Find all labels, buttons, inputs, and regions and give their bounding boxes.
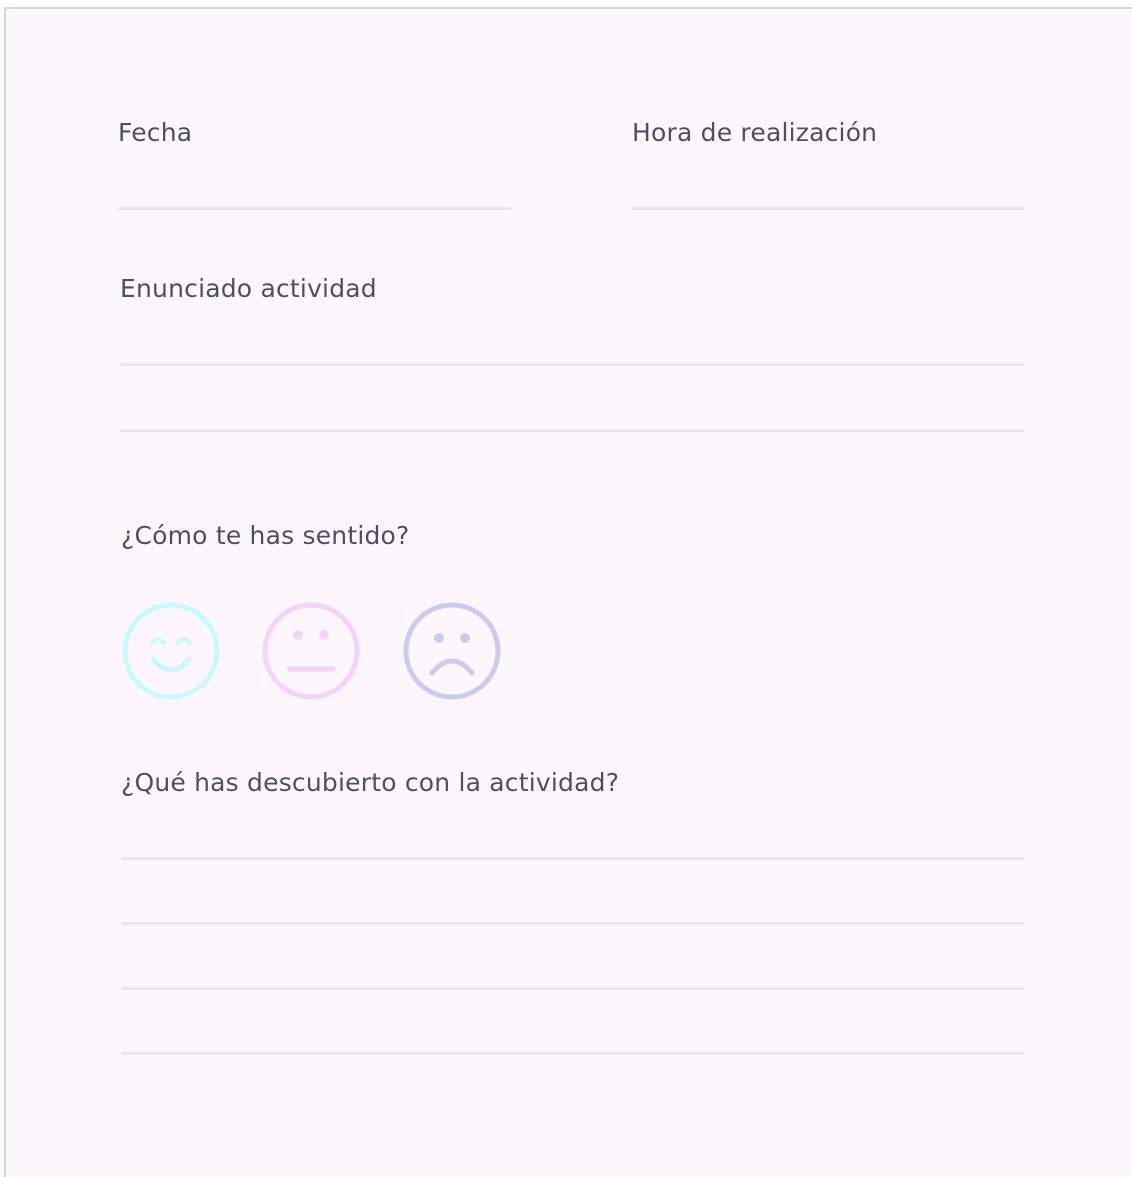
- statement-line-1[interactable]: [120, 363, 1024, 366]
- feeling-label: ¿Cómo te has sentido?: [121, 521, 410, 550]
- happy-face-icon[interactable]: [121, 601, 221, 701]
- date-label: Fecha: [118, 118, 193, 147]
- discovery-line-3[interactable]: [122, 987, 1024, 990]
- sad-face-icon[interactable]: [402, 601, 502, 701]
- statement-line-2[interactable]: [120, 429, 1024, 432]
- discovery-line-1[interactable]: [122, 857, 1024, 860]
- activity-worksheet: [4, 7, 1132, 1177]
- discovery-line-4[interactable]: [122, 1052, 1024, 1055]
- discovery-line-2[interactable]: [122, 922, 1024, 925]
- date-field[interactable]: [118, 207, 511, 210]
- neutral-face-icon[interactable]: [261, 601, 361, 701]
- time-field[interactable]: [631, 207, 1024, 210]
- discovery-label: ¿Qué has descubierto con la actividad?: [121, 768, 620, 797]
- time-label: Hora de realización: [632, 118, 878, 147]
- statement-label: Enunciado actividad: [120, 274, 377, 303]
